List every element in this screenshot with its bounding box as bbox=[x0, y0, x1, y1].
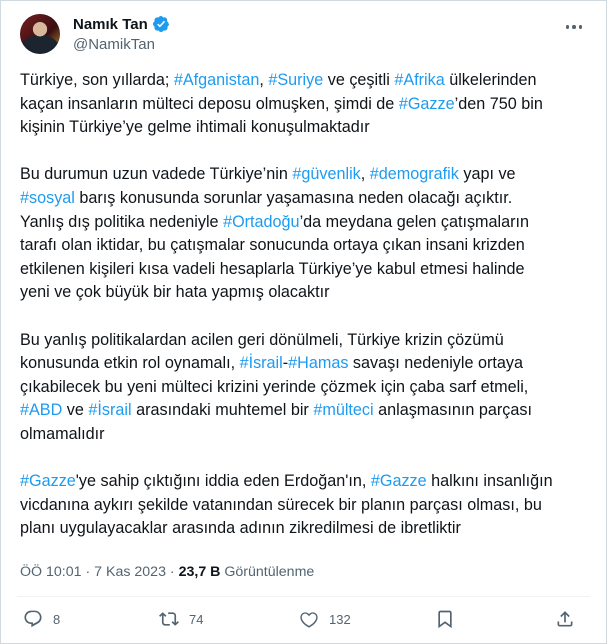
tweet-line: Bu yanlış politikalardan acilen geri dön… bbox=[20, 329, 592, 353]
more-icon[interactable] bbox=[562, 17, 586, 37]
tweet-line: olmamalıdır bbox=[20, 423, 592, 447]
text-segment: , bbox=[360, 165, 370, 184]
text-segment: ’da meydana gelen çatışmaların bbox=[299, 212, 530, 231]
tweet-line: #sosyal barış konusunda sorunlar yaşamas… bbox=[20, 187, 592, 211]
hashtag-link[interactable]: #Gazze bbox=[20, 472, 76, 490]
hashtag-link[interactable]: #sosyal bbox=[20, 189, 75, 207]
tweet-line: tarafı olan iktidar, bu çatışmalar sonuc… bbox=[20, 234, 592, 258]
text-segment: ve çeşitli bbox=[323, 71, 395, 89]
text-segment: yeni ve çok büyük bir hata yapmış olacak… bbox=[20, 283, 330, 302]
text-segment: 'ye sahip çıktığını iddia eden Erdoğan'ı… bbox=[75, 472, 371, 491]
tweet-line: kişinin Türkiye’ye gelme ihtimali konuşu… bbox=[20, 116, 592, 140]
tweet-line: çıkabilecek bu yeni mülteci krizini yeri… bbox=[20, 376, 592, 400]
hashtag-link[interactable]: #Ortadoğu bbox=[223, 213, 300, 231]
like-icon bbox=[300, 612, 318, 628]
tweet-paragraph: Türkiye, son yıllarda; #Afganistan, #Sur… bbox=[20, 69, 592, 140]
hashtag-link[interactable]: #Afrika bbox=[394, 71, 444, 89]
hashtag-link[interactable]: #Gazze bbox=[371, 472, 427, 490]
tweet-paragraph: #Gazze'ye sahip çıktığını iddia eden Erd… bbox=[20, 470, 592, 541]
action-bar: 8 74 132 bbox=[17, 609, 590, 635]
hashtag-link[interactable]: #Hamas bbox=[288, 354, 348, 372]
text-segment: ve bbox=[62, 401, 89, 420]
text-segment: ’den 750 bin bbox=[454, 94, 543, 113]
hashtag-link[interactable]: #demografik bbox=[370, 165, 459, 183]
views-label: Görüntülenme bbox=[224, 564, 315, 580]
hashtag-link[interactable]: #İsrail bbox=[240, 354, 283, 372]
like-button[interactable]: 132 bbox=[299, 609, 351, 629]
author-handle[interactable]: @NamikTan bbox=[73, 36, 155, 53]
tweet-text: Türkiye, son yıllarda; #Afganistan, #Sur… bbox=[20, 69, 592, 541]
views-count: 23,7 B bbox=[178, 564, 221, 580]
text-segment: Bu durumun uzun vadede Türkiye’nin bbox=[20, 165, 293, 184]
hashtag-link[interactable]: #Afganistan bbox=[174, 71, 260, 89]
text-segment: Türkiye, son yıllarda; bbox=[20, 71, 174, 89]
divider bbox=[17, 596, 590, 597]
text-segment: Yanlış dış politika nedeniyle bbox=[20, 212, 224, 231]
tweet-paragraph: Bu durumun uzun vadede Türkiye’nin #güve… bbox=[20, 163, 592, 305]
text-segment: konusunda etkin rol oynamalı, bbox=[20, 354, 240, 373]
author-name[interactable]: Namık Tan bbox=[73, 16, 148, 33]
share-icon bbox=[557, 611, 573, 627]
text-segment: Bu yanlış politikalardan acilen geri dön… bbox=[20, 330, 504, 349]
text-segment: kaçan insanların mülteci deposu olmuşken… bbox=[20, 94, 399, 113]
bookmark-button[interactable] bbox=[435, 609, 455, 629]
text-segment: anlaşmasının parçası bbox=[373, 401, 532, 420]
reply-button[interactable]: 8 bbox=[23, 609, 60, 629]
repost-icon bbox=[159, 612, 179, 626]
reply-count: 8 bbox=[53, 611, 61, 627]
text-segment: barış konusunda sorunlar yaşamasına nede… bbox=[74, 188, 513, 207]
verified-badge-icon bbox=[152, 15, 169, 33]
tweet-card: Namık Tan @NamikTan Türkiye, son yıllard… bbox=[0, 0, 607, 644]
text-segment: olmamalıdır bbox=[20, 424, 105, 443]
avatar[interactable] bbox=[20, 14, 60, 54]
tweet-line: yeni ve çok büyük bir hata yapmış olacak… bbox=[20, 281, 592, 305]
like-count: 132 bbox=[329, 611, 351, 627]
bookmark-icon bbox=[438, 610, 452, 629]
text-segment: halkını insanlığın bbox=[426, 472, 553, 491]
tweet-line: #ABD ve #İsrail arasındaki muhtemel bir … bbox=[20, 399, 592, 423]
tweet-time[interactable]: ÖÖ 10:01 bbox=[20, 564, 82, 580]
tweet-line: #Gazze'ye sahip çıktığını iddia eden Erd… bbox=[20, 470, 592, 494]
text-segment: yapı ve bbox=[458, 165, 516, 184]
text-segment: ülkelerinden bbox=[444, 71, 537, 89]
text-segment: tarafı olan iktidar, bu çatışmalar sonuc… bbox=[20, 236, 525, 255]
text-segment: arasındaki muhtemel bir bbox=[131, 401, 314, 420]
text-segment: kişinin Türkiye’ye gelme ihtimali konuşu… bbox=[20, 118, 370, 137]
hashtag-link[interactable]: #mülteci bbox=[313, 401, 373, 419]
tweet-date[interactable]: 7 Kas 2023 bbox=[94, 564, 166, 580]
hashtag-link[interactable]: #İsrail bbox=[88, 401, 131, 419]
tweet-line: etkilenen kişileri kısa vadeli hesaplarl… bbox=[20, 258, 592, 282]
text-segment: vicdanına aykırı şekilde vatanından süre… bbox=[20, 495, 542, 514]
text-segment: etkilenen kişileri kısa vadeli hesaplarl… bbox=[20, 259, 525, 278]
tweet-header: Namık Tan @NamikTan bbox=[17, 11, 590, 59]
reply-icon bbox=[24, 610, 42, 628]
share-button[interactable] bbox=[555, 609, 575, 629]
tweet-line: Bu durumun uzun vadede Türkiye’nin #güve… bbox=[20, 163, 592, 187]
hashtag-link[interactable]: #güvenlik bbox=[292, 165, 360, 183]
tweet-paragraph: Bu yanlış politikalardan acilen geri dön… bbox=[20, 329, 592, 447]
text-segment: , bbox=[259, 71, 269, 89]
tweet-line: Türkiye, son yıllarda; #Afganistan, #Sur… bbox=[20, 69, 592, 93]
text-segment: çıkabilecek bu yeni mülteci krizini yeri… bbox=[20, 377, 529, 396]
hashtag-link[interactable]: #Gazze bbox=[399, 95, 455, 113]
meta-separator: · bbox=[85, 564, 91, 580]
tweet-line: planı uygulayacaklar arasında adının zik… bbox=[20, 517, 592, 541]
tweet-meta: ÖÖ 10:01 · 7 Kas 2023 · 23,7 B Görüntüle… bbox=[20, 564, 314, 580]
author-name-row: Namık Tan bbox=[73, 15, 170, 33]
repost-button[interactable]: 74 bbox=[159, 609, 203, 629]
tweet-line: vicdanına aykırı şekilde vatanından süre… bbox=[20, 494, 592, 518]
hashtag-link[interactable]: #Suriye bbox=[268, 71, 323, 89]
hashtag-link[interactable]: #ABD bbox=[20, 401, 62, 419]
repost-count: 74 bbox=[189, 611, 204, 627]
meta-separator: · bbox=[169, 564, 175, 580]
text-segment: planı uygulayacaklar arasında adının zik… bbox=[20, 519, 461, 538]
text-segment: savaşı nedeniyle ortaya bbox=[348, 354, 523, 373]
tweet-line: konusunda etkin rol oynamalı, #İsrail-#H… bbox=[20, 352, 592, 376]
tweet-line: kaçan insanların mülteci deposu olmuşken… bbox=[20, 93, 592, 117]
tweet-line: Yanlış dış politika nedeniyle #Ortadoğu’… bbox=[20, 211, 592, 235]
